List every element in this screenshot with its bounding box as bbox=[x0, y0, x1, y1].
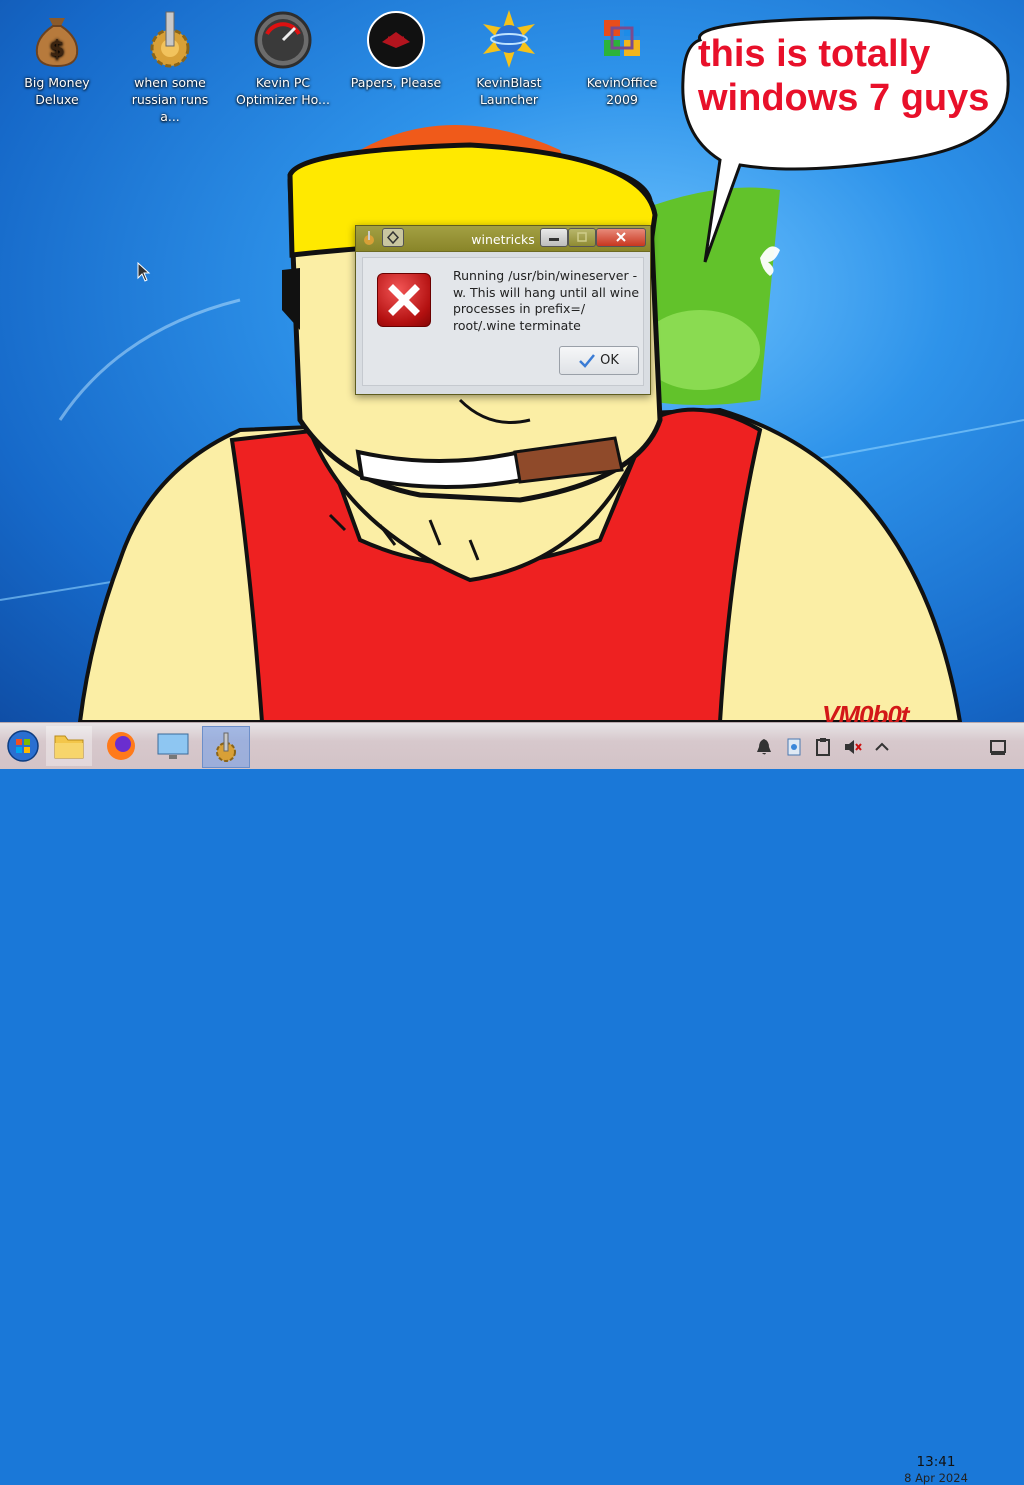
desktop-icon-papers-please[interactable]: Papers, Please bbox=[344, 8, 448, 91]
taskbar-firefox[interactable] bbox=[98, 726, 144, 766]
svg-text:$: $ bbox=[49, 37, 64, 62]
dialog-titlebar[interactable]: winetricks bbox=[356, 226, 650, 252]
dialog-message: Running /usr/bin/wineserver -w. This wil… bbox=[453, 268, 640, 333]
taskbar-file-manager[interactable] bbox=[46, 726, 92, 766]
office-logo-icon bbox=[604, 20, 640, 56]
speech-bubble-text: this is totally windows 7 guys bbox=[698, 33, 990, 119]
mouse-cursor-icon bbox=[137, 262, 151, 282]
desktop-icon-big-money-deluxe[interactable]: $ Big Money Deluxe bbox=[5, 8, 109, 108]
clipboard-icon[interactable] bbox=[813, 737, 833, 757]
volume-muted-icon[interactable] bbox=[843, 737, 863, 757]
speedometer-icon bbox=[254, 11, 312, 69]
close-icon bbox=[616, 232, 626, 242]
show-desktop-icon[interactable] bbox=[988, 737, 1008, 757]
error-icon bbox=[377, 273, 431, 327]
desktop[interactable]: $ Big Money Deluxe when some russian run… bbox=[0, 0, 1024, 722]
watermark: VM0b0t bbox=[822, 700, 909, 722]
minimize-button[interactable] bbox=[540, 228, 568, 247]
desktop-icon-kevinoffice-2009[interactable]: KevinOffice 2009 bbox=[570, 8, 674, 108]
money-bag-icon: $ bbox=[35, 18, 79, 68]
dialog-body: Running /usr/bin/wineserver -w. This wil… bbox=[362, 257, 644, 386]
clock-time[interactable]: 13:41 bbox=[904, 1454, 968, 1470]
gear-icon bbox=[216, 732, 236, 762]
maximize-icon bbox=[577, 232, 587, 242]
desktop-icon-label: Big Money Deluxe bbox=[24, 75, 90, 107]
desktop-icon-kevin-pc-optimizer[interactable]: Kevin PC Optimizer Ho... bbox=[231, 8, 335, 108]
minimize-icon bbox=[549, 238, 559, 241]
desktop-icon-label: KevinBlast Launcher bbox=[476, 75, 542, 107]
folder-icon bbox=[54, 735, 84, 759]
desktop-icon-label: KevinOffice 2009 bbox=[586, 75, 658, 107]
desktop-icon-label: Kevin PC Optimizer Ho... bbox=[236, 75, 330, 107]
firefox-icon bbox=[107, 732, 135, 760]
close-button[interactable] bbox=[596, 228, 646, 247]
ok-button-label: OK bbox=[600, 353, 619, 368]
updates-icon[interactable] bbox=[784, 737, 804, 757]
desktop-icon-kevinblast-launcher[interactable]: KevinBlast Launcher bbox=[457, 8, 561, 108]
taskbar: 13:41 8 Apr 2024 bbox=[0, 722, 1024, 1485]
taskbar-system-settings[interactable] bbox=[150, 726, 196, 766]
windows-orb-icon bbox=[7, 730, 39, 762]
maximize-button[interactable] bbox=[568, 228, 596, 247]
chevron-up-icon[interactable] bbox=[872, 737, 892, 757]
start-button[interactable] bbox=[0, 726, 46, 766]
taskbar-winetricks[interactable] bbox=[202, 726, 250, 768]
ok-button[interactable]: OK bbox=[559, 346, 639, 375]
gear-icon bbox=[150, 11, 190, 68]
monitor-settings-icon bbox=[157, 733, 189, 759]
desktop-icon-winetricks[interactable]: when some russian runs a... bbox=[118, 8, 222, 125]
emblem-icon bbox=[367, 11, 425, 69]
desktop-icon-label: when some russian runs a... bbox=[131, 75, 209, 124]
checkmark-icon bbox=[579, 353, 596, 368]
winetricks-dialog[interactable]: winetricks Running /usr/bin/wineserver -… bbox=[355, 225, 651, 395]
clock-date[interactable]: 8 Apr 2024 bbox=[898, 1471, 974, 1485]
notifications-bell-icon[interactable] bbox=[754, 737, 774, 757]
starburst-icon bbox=[483, 10, 535, 68]
desktop-icon-label: Papers, Please bbox=[350, 75, 442, 90]
